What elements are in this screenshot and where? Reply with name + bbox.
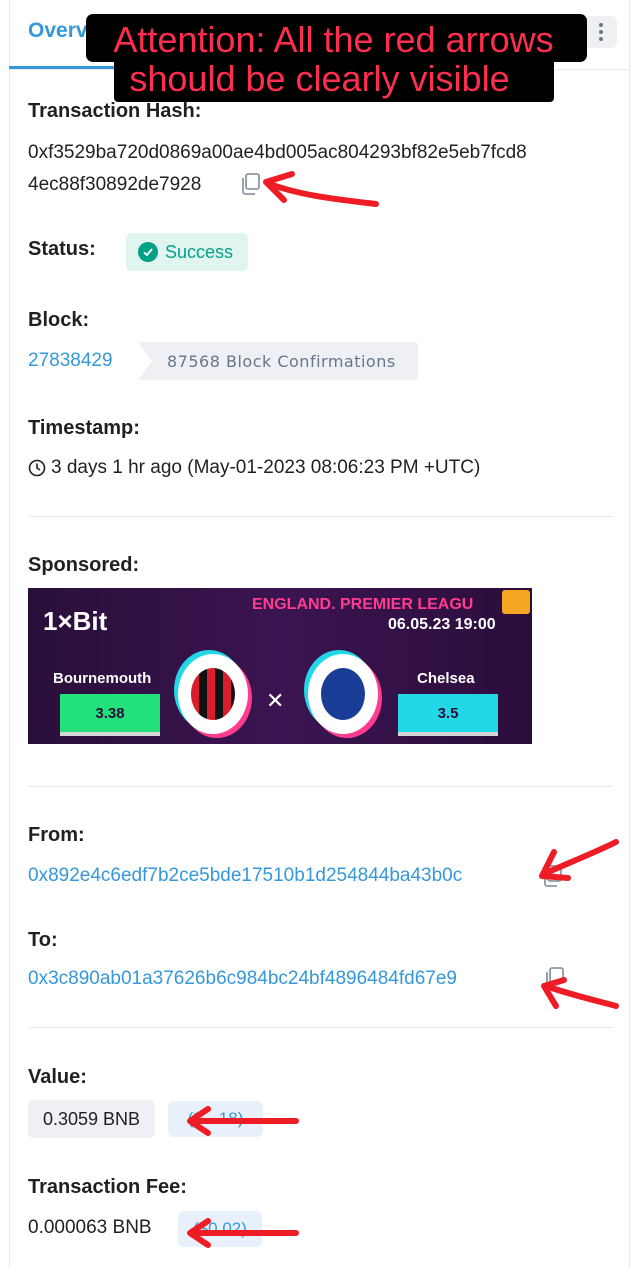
from-address-link[interactable]: 0x892e4c6edf7b2ce5bde17510b1d254844ba43b… — [28, 865, 462, 887]
block-label: Block: — [28, 309, 90, 331]
transaction-fee-label: Transaction Fee: — [28, 1176, 187, 1198]
red-arrow-hash — [263, 171, 379, 207]
ad-odds-home: 3.38 — [60, 694, 160, 732]
divider — [28, 1027, 613, 1028]
ad-team-home: Bournemouth — [53, 670, 152, 687]
versus-icon: ✕ — [266, 688, 285, 713]
notice-line-2: should be clearly visible — [129, 58, 510, 99]
red-arrow-from — [539, 839, 619, 881]
chelsea-crest-icon — [308, 654, 378, 734]
ad-league: ENGLAND. PREMIER LEAGU — [252, 596, 474, 613]
ad-date: 06.05.23 19:00 — [388, 616, 496, 633]
transaction-fee-amount: 0.000063 BNB — [28, 1217, 152, 1238]
transaction-hash-line-2: 4ec88f30892de7928 — [28, 174, 202, 195]
ad-emoji-icon — [502, 590, 530, 614]
value-amount-badge: 0.3059 BNB — [28, 1100, 155, 1138]
transaction-hash-label: Transaction Hash: — [28, 100, 202, 122]
transaction-hash-line-1: 0xf3529ba720d0869a00ae4bd005ac804293bf82… — [28, 142, 527, 163]
bournemouth-crest-icon — [178, 654, 248, 734]
red-arrow-to — [541, 977, 619, 1009]
sponsored-label: Sponsored: — [28, 554, 140, 576]
check-circle-icon — [138, 242, 158, 262]
clock-icon — [28, 459, 46, 477]
status-label: Status: — [28, 238, 96, 260]
block-number-link[interactable]: 27838429 — [28, 350, 113, 372]
status-text: Success — [165, 241, 234, 262]
timestamp-value: 3 days 1 hr ago (May-01-2023 08:06:23 PM… — [51, 457, 481, 478]
red-arrow-fee — [187, 1218, 299, 1248]
divider — [28, 786, 613, 787]
sponsored-ad-banner[interactable]: 1×Bit ENGLAND. PREMIER LEAGU 06.05.23 19… — [28, 588, 532, 744]
to-label: To: — [28, 929, 58, 951]
timestamp-label: Timestamp: — [28, 417, 140, 439]
divider — [28, 516, 613, 517]
ad-odds-away: 3.5 — [398, 694, 498, 732]
status-badge: Success — [126, 233, 248, 271]
to-address-link[interactable]: 0x3c890ab01a37626b6c984bc24bf4896484fd67… — [28, 968, 457, 990]
copy-hash-icon[interactable] — [240, 172, 262, 196]
red-arrow-value — [187, 1106, 299, 1136]
ad-team-away: Chelsea — [417, 670, 475, 687]
value-label: Value: — [28, 1066, 87, 1088]
notice-line-1: Attention: All the red arrows — [113, 19, 554, 60]
from-label: From: — [28, 824, 85, 846]
block-confirmations-badge: 87568 Block Confirmations — [138, 342, 418, 380]
ad-brand-logo: 1×Bit — [43, 606, 108, 636]
